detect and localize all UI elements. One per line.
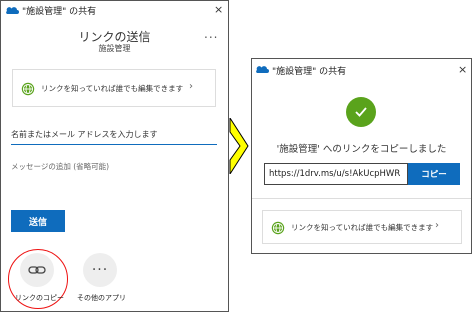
recipient-input[interactable]: 名前またはメール アドレスを入力します bbox=[11, 129, 158, 140]
divider bbox=[252, 198, 471, 199]
permission-text: リンクを知っていれば誰でも編集できます bbox=[41, 84, 184, 93]
recipient-input-underline bbox=[11, 144, 217, 145]
header-subtitle: 施設管理 bbox=[98, 44, 131, 53]
link-permission-setting[interactable]: リンクを知っていれば誰でも編集できます › bbox=[262, 210, 462, 244]
share-dialog-link-copied: "施設管理" の共有 × '施設管理' へのリンクをコピーしました https:… bbox=[251, 58, 472, 254]
other-apps-label: その他のアプリ bbox=[77, 294, 126, 302]
globe-icon bbox=[271, 220, 285, 235]
permission-text: リンクを知っていれば誰でも編集できます bbox=[291, 223, 434, 232]
chevron-right-icon: › bbox=[435, 220, 439, 231]
link-permission-setting[interactable]: リンクを知っていれば誰でも編集できます › bbox=[12, 69, 216, 107]
copy-button[interactable]: コピー bbox=[408, 163, 460, 185]
send-button[interactable]: 送信 bbox=[11, 210, 65, 232]
more-apps-icon: ··· bbox=[91, 262, 109, 278]
link-copied-message: '施設管理' へのリンクをコピーしました bbox=[276, 144, 447, 155]
close-icon[interactable]: × bbox=[214, 4, 223, 15]
copy-link-label: リンクのコピー bbox=[15, 294, 64, 302]
close-icon[interactable]: × bbox=[458, 64, 467, 75]
copy-link-button[interactable] bbox=[20, 253, 54, 287]
link-url-field[interactable]: https://1drv.ms/u/s!AkUcpHWR bbox=[264, 163, 408, 185]
transition-arrow bbox=[229, 118, 249, 174]
other-apps-button[interactable]: ··· bbox=[83, 253, 117, 287]
chevron-right-icon: › bbox=[189, 81, 193, 92]
success-check-icon bbox=[346, 97, 376, 127]
onedrive-cloud-icon bbox=[6, 6, 19, 14]
window-title: "施設管理" の共有 bbox=[22, 7, 97, 17]
more-options-icon[interactable]: ... bbox=[204, 27, 218, 41]
link-icon bbox=[28, 261, 46, 280]
arrow-shape bbox=[229, 118, 249, 174]
share-dialog-send-link: "施設管理" の共有 × リンクの送信 施設管理 ... リンクを知っていれば誰… bbox=[0, 0, 229, 312]
globe-icon bbox=[21, 81, 35, 96]
onedrive-cloud-icon bbox=[256, 65, 269, 73]
message-input[interactable]: メッセージの追加 (省略可能) bbox=[11, 161, 109, 172]
window-title: "施設管理" の共有 bbox=[272, 67, 347, 77]
